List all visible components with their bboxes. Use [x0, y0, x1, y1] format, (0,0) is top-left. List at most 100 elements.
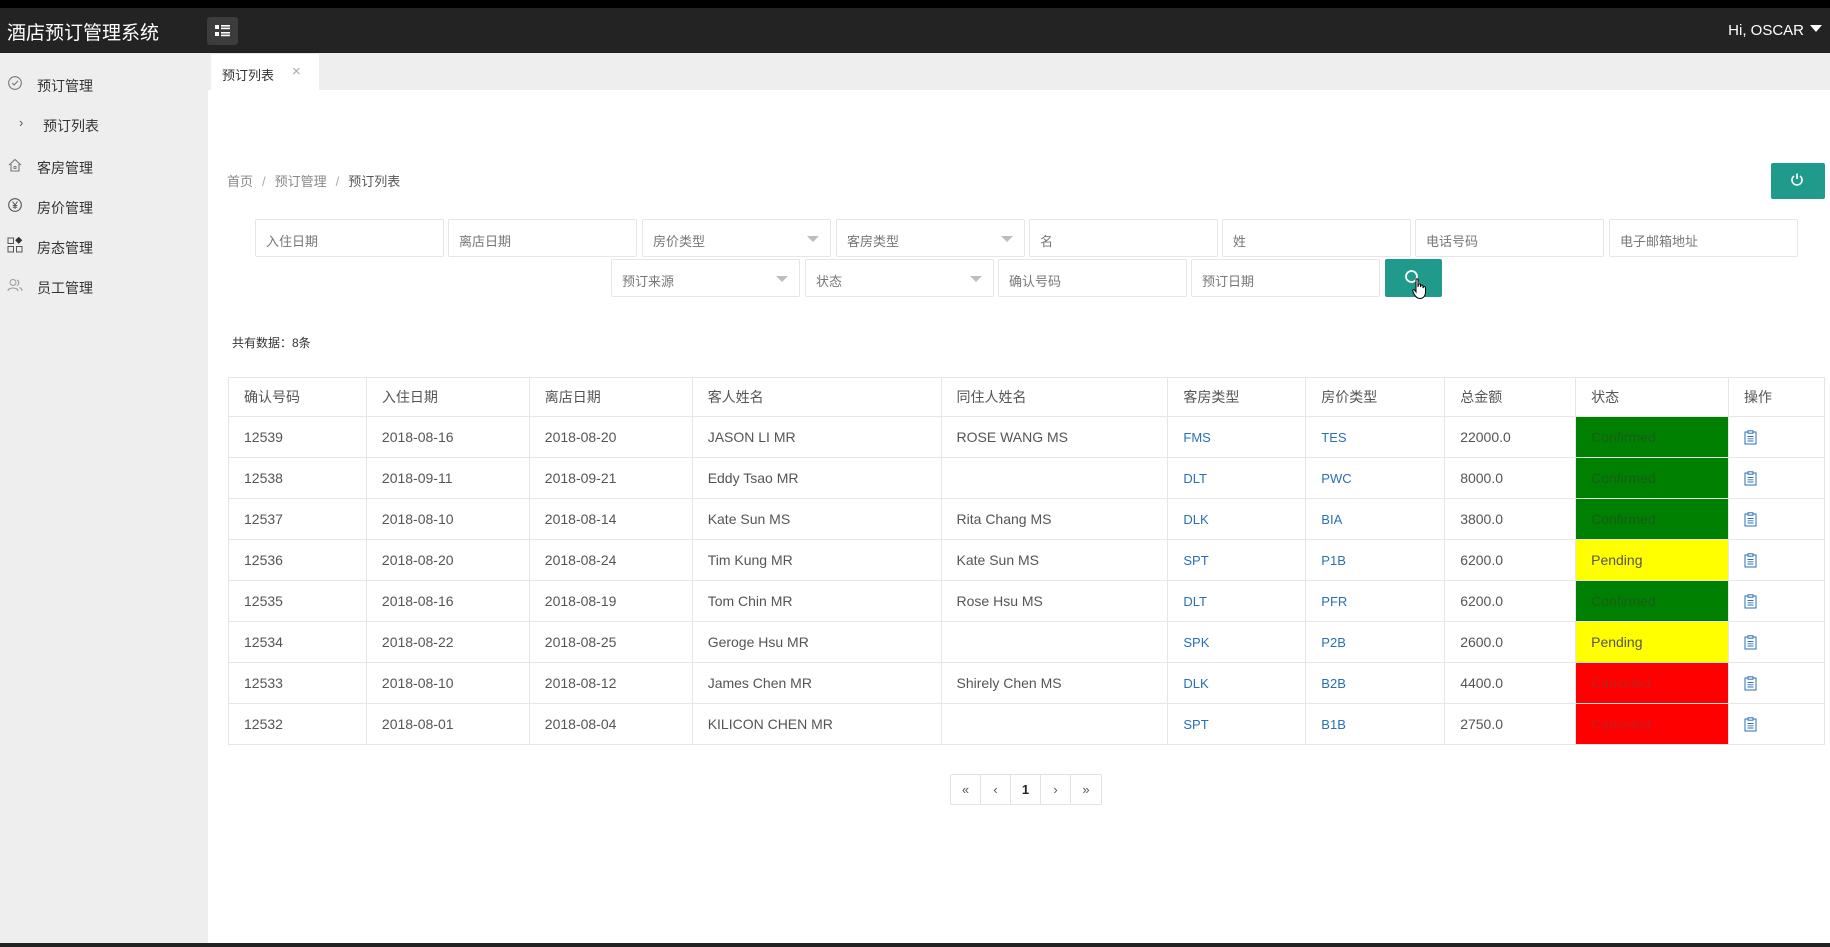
room-type-link[interactable]: SPK [1167, 621, 1307, 663]
total-amount-cell: 22000.0 [1444, 416, 1577, 458]
sidebar-item-label: 员工管理 [37, 280, 93, 296]
column-header: 房价类型 [1305, 377, 1446, 417]
sidebar-item-booking-list[interactable]: › 预订列表 [0, 105, 208, 141]
breadcrumb-section[interactable]: 预订管理 [275, 174, 327, 189]
room-type-link[interactable]: SPT [1167, 539, 1307, 581]
confirmation-number-input[interactable]: 确认号码 [998, 259, 1187, 297]
rate-type-link[interactable]: B1B [1305, 703, 1446, 745]
sidebar-item-booking-management[interactable]: 预订管理 [0, 65, 208, 101]
guest-name-cell: Tom Chin MR [691, 580, 942, 622]
total-amount-cell: 8000.0 [1444, 457, 1577, 499]
checkin-date-cell: 2018-08-16 [365, 580, 530, 622]
rate-type-link[interactable]: P1B [1305, 539, 1446, 581]
next-page-button[interactable]: › [1041, 775, 1071, 804]
clipboard-icon[interactable] [1744, 635, 1757, 650]
room-type-link[interactable]: FMS [1167, 416, 1307, 458]
bottom-edge [0, 943, 1830, 947]
status-badge: Pending [1575, 621, 1729, 663]
tab-bar: 预订列表 × [208, 53, 1830, 90]
rate-type-select[interactable]: 房价类型 [642, 219, 831, 257]
first-name-input[interactable]: 名 [1029, 219, 1218, 257]
confirmation-number-cell: 12532 [228, 703, 367, 745]
dropdown-arrow-icon [1001, 236, 1013, 242]
sidebar-item-label: 房态管理 [37, 240, 93, 256]
status-badge: Canceled [1575, 662, 1729, 704]
last-name-input[interactable]: 姓 [1222, 219, 1411, 257]
room-type-select[interactable]: 客房类型 [836, 219, 1025, 257]
checkout-date-cell: 2018-08-19 [528, 580, 693, 622]
tab-booking-list[interactable]: 预订列表 × [211, 53, 319, 90]
sidebar-item-staff-management[interactable]: 员工管理 [0, 267, 208, 303]
rate-type-link[interactable]: PFR [1305, 580, 1446, 622]
checkin-date-input[interactable]: 入住日期 [255, 219, 444, 257]
room-type-link[interactable]: DLT [1167, 580, 1307, 622]
email-input[interactable]: 电子邮箱地址 [1609, 219, 1798, 257]
table-header-row: 确认号码 入住日期 离店日期 客人姓名 同住人姓名 客房类型 房价类型 总金额 … [228, 377, 1825, 417]
record-count: 共有数据：8条 [232, 336, 311, 350]
clipboard-icon[interactable] [1744, 553, 1757, 568]
actions-cell [1728, 498, 1825, 540]
confirmation-number-cell: 12538 [228, 457, 367, 499]
input-placeholder: 入住日期 [266, 234, 319, 249]
booking-source-select[interactable]: 预订来源 [611, 259, 800, 297]
checkout-date-cell: 2018-09-21 [528, 457, 693, 499]
refresh-button[interactable] [1771, 163, 1825, 199]
page-number-current[interactable]: 1 [1011, 775, 1041, 804]
rate-type-link[interactable]: BIA [1305, 498, 1446, 540]
breadcrumb-separator: / [335, 174, 340, 189]
confirmation-number-cell: 12539 [228, 416, 367, 458]
booking-date-input[interactable]: 预订日期 [1191, 259, 1380, 297]
status-badge: Confirmed [1575, 457, 1729, 499]
table-row: 12536 2018-08-20 2018-08-24 Tim Kung MR Kate… [228, 539, 1825, 581]
clipboard-icon[interactable] [1744, 594, 1757, 609]
user-menu[interactable]: Hi, OSCAR [1728, 22, 1822, 39]
table-row: 12532 2018-08-01 2018-08-04 KILICON CHEN MR… [228, 703, 1825, 745]
clipboard-icon[interactable] [1744, 717, 1757, 732]
phone-input[interactable]: 电话号码 [1415, 219, 1604, 257]
sidebar-item-room-status[interactable]: 房态管理 [0, 227, 208, 263]
clipboard-icon[interactable] [1744, 676, 1757, 691]
input-placeholder: 姓 [1233, 234, 1247, 249]
co-guest-name-cell [940, 621, 1169, 663]
bookings-table: 确认号码 入住日期 离店日期 客人姓名 同住人姓名 客房类型 房价类型 总金额 … [228, 377, 1825, 745]
room-type-link[interactable]: DLK [1167, 498, 1307, 540]
rate-type-link[interactable]: P2B [1305, 621, 1446, 663]
sidebar-item-room-management[interactable]: 客房管理 [0, 147, 208, 183]
checkout-date-cell: 2018-08-14 [528, 498, 693, 540]
sidebar-item-label: 客房管理 [37, 160, 93, 176]
co-guest-name-cell [940, 703, 1169, 745]
clipboard-icon[interactable] [1744, 471, 1757, 486]
guest-name-cell: Eddy Tsao MR [691, 457, 942, 499]
sidebar-item-rate-management[interactable]: 房价管理 [0, 187, 208, 223]
column-header: 入住日期 [365, 377, 530, 417]
checkout-date-cell: 2018-08-12 [528, 662, 693, 704]
select-placeholder: 状态 [816, 274, 843, 289]
confirmation-number-cell: 12535 [228, 580, 367, 622]
confirmation-number-cell: 12536 [228, 539, 367, 581]
table-row: 12534 2018-08-22 2018-08-25 Geroge Hsu MR SP… [228, 621, 1825, 663]
rate-type-link[interactable]: PWC [1305, 457, 1446, 499]
app-frame: 酒店预订管理系统 Hi, OSCAR 预订管理 › 预订列表 客房管理 房价管理… [0, 0, 1830, 947]
table-row: 12533 2018-08-10 2018-08-12 James Chen MR Sh… [228, 662, 1825, 704]
room-type-link[interactable]: DLK [1167, 662, 1307, 704]
rate-type-link[interactable]: B2B [1305, 662, 1446, 704]
prev-page-button[interactable]: ‹ [981, 775, 1011, 804]
breadcrumb-home[interactable]: 首页 [227, 174, 253, 189]
breadcrumb: 首页 / 预订管理 / 预订列表 [227, 171, 400, 190]
actions-cell [1728, 580, 1825, 622]
column-header: 离店日期 [528, 377, 693, 417]
checkout-date-input[interactable]: 离店日期 [448, 219, 637, 257]
last-page-button[interactable]: » [1071, 775, 1101, 804]
checkin-date-cell: 2018-08-22 [365, 621, 530, 663]
first-page-button[interactable]: « [951, 775, 981, 804]
status-select[interactable]: 状态 [805, 259, 994, 297]
room-type-link[interactable]: DLT [1167, 457, 1307, 499]
sidebar-item-label: 预订管理 [37, 78, 93, 94]
close-icon[interactable]: × [292, 63, 301, 80]
clipboard-icon[interactable] [1744, 512, 1757, 527]
rate-type-link[interactable]: TES [1305, 416, 1446, 458]
yen-icon [8, 198, 22, 212]
clipboard-icon[interactable] [1744, 430, 1757, 445]
menu-toggle-button[interactable] [207, 17, 238, 45]
room-type-link[interactable]: SPT [1167, 703, 1307, 745]
